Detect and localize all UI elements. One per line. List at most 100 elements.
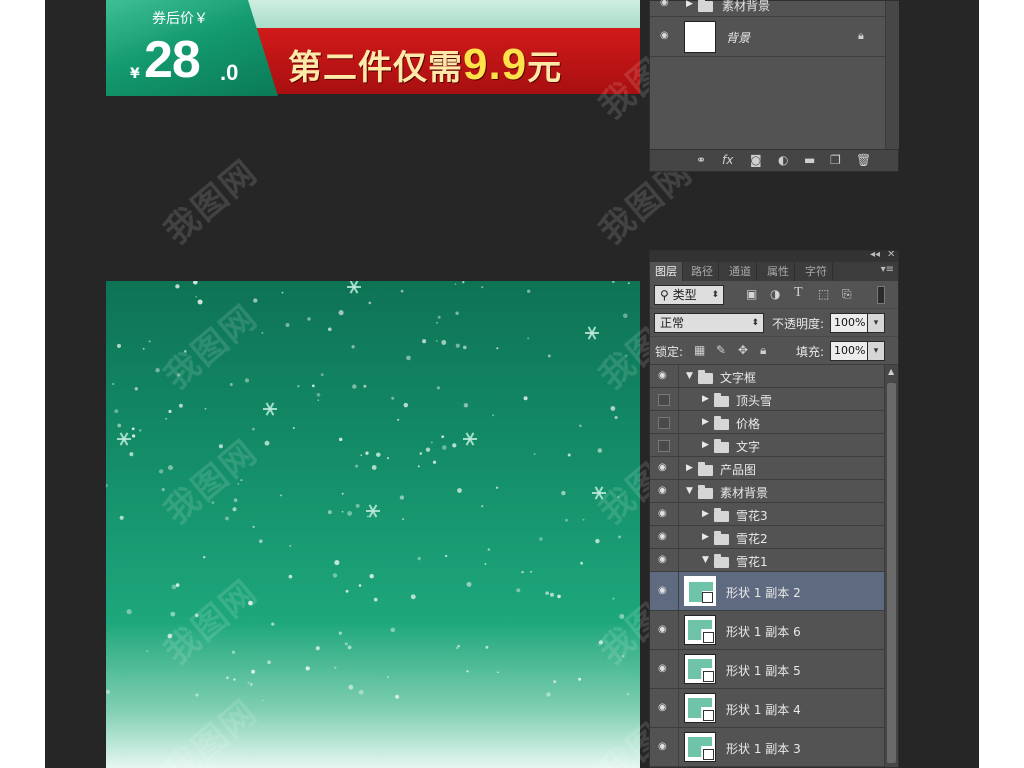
expand-arrow-icon[interactable]: ▶ [686, 463, 693, 473]
eye-icon[interactable]: ◉ [660, 30, 669, 41]
layers-scrollbar[interactable]: ▲ [884, 365, 898, 767]
eye-icon[interactable]: ◉ [658, 585, 667, 596]
expand-arrow-icon[interactable]: ▶ [702, 417, 709, 427]
shape-layer-row[interactable]: ◉ 形状 1 副本 2 [650, 572, 884, 611]
hidden-visibility-box[interactable] [658, 416, 670, 429]
snow-dot [341, 492, 344, 495]
adjustment-filter-icon[interactable]: ◑ [770, 287, 780, 301]
visibility-cell[interactable] [650, 388, 679, 410]
lock-pixels-icon[interactable]: ✎ [716, 343, 726, 357]
blend-mode-select[interactable]: 正常 ⬍ [654, 313, 764, 333]
collapse-arrow-icon[interactable]: ▼ [702, 555, 709, 565]
eye-icon[interactable]: ◉ [660, 0, 669, 8]
visibility-cell[interactable]: ◉ [650, 480, 679, 502]
eye-icon[interactable]: ◉ [658, 741, 667, 752]
group-layer-row[interactable]: ◉ ▼ 雪花1 [650, 549, 884, 572]
group-layer-row[interactable]: ◉ ▶ 雪花3 [650, 503, 884, 526]
visibility-cell[interactable] [650, 434, 679, 456]
shape-layer-row[interactable]: ◉ 形状 1 副本 4 [650, 689, 884, 728]
shape-filter-icon[interactable]: ⬚ [818, 287, 829, 301]
snow-dot [463, 403, 469, 408]
close-icon[interactable]: ✕ [887, 251, 895, 260]
snowflake-icon [585, 326, 599, 340]
eye-icon[interactable]: ◉ [658, 485, 667, 496]
adjustment-icon[interactable]: ◐ [778, 153, 788, 167]
lock-all-icon[interactable]: 🔒︎ [760, 343, 766, 358]
shape-layer-row[interactable]: ◉ 形状 1 副本 5 [650, 650, 884, 689]
eye-icon[interactable]: ◉ [658, 554, 667, 565]
visibility-cell[interactable]: ◉ [650, 457, 679, 479]
group-layer-row[interactable]: ◉ ▼ 文字框 [650, 365, 884, 388]
filter-toggle[interactable] [877, 286, 885, 304]
snow-dot [161, 487, 165, 492]
group-layer-row[interactable]: ◉ ▶ 雪花2 [650, 526, 884, 549]
mask-icon[interactable]: ◙ [750, 153, 762, 167]
image-filter-icon[interactable]: ▣ [746, 287, 757, 301]
opacity-dropdown-icon[interactable]: ▾ [867, 313, 885, 333]
eye-icon[interactable]: ◉ [658, 663, 667, 674]
lock-transparency-icon[interactable]: ▦ [694, 343, 705, 357]
link-icon[interactable]: ⚭ [696, 153, 706, 167]
tab-channels[interactable]: 通道 [724, 262, 757, 281]
eye-icon[interactable]: ◉ [658, 370, 667, 381]
visibility-cell[interactable] [650, 411, 679, 433]
visibility-cell[interactable]: ◉ [650, 503, 679, 525]
fill-dropdown-icon[interactable]: ▾ [867, 341, 885, 361]
tab-properties[interactable]: 属性 [762, 262, 795, 281]
layer-row-background[interactable]: ◉ 背景 🔒︎ [650, 17, 885, 57]
eye-icon[interactable]: ◉ [658, 531, 667, 542]
tab-layers[interactable]: 图层 [650, 262, 683, 281]
hidden-visibility-box[interactable] [658, 439, 670, 452]
tab-paths[interactable]: 路径 [686, 262, 719, 281]
fill-input[interactable]: 100% [830, 341, 868, 361]
visibility-cell[interactable]: ◉ [650, 572, 679, 610]
expand-arrow-icon[interactable]: ▶ [702, 440, 709, 450]
visibility-cell[interactable]: ◉ [650, 728, 679, 766]
visibility-cell[interactable]: ◉ [650, 526, 679, 548]
expand-arrow-icon[interactable]: ▶ [686, 0, 693, 9]
group-layer-row[interactable]: ▶ 顶头雪 [650, 388, 884, 411]
price-banner[interactable]: 券后价￥ ¥ 28 .0 第二件仅需9.9元 [106, 0, 640, 96]
layer-name: 素材背景 [722, 0, 771, 13]
eye-icon[interactable]: ◉ [658, 624, 667, 635]
snow-dot [435, 321, 438, 324]
visibility-cell[interactable]: ◉ [650, 549, 679, 571]
group-layer-row[interactable]: ▶ 价格 [650, 411, 884, 434]
eye-icon[interactable]: ◉ [658, 462, 667, 473]
collapse-arrow-icon[interactable]: ▼ [686, 371, 693, 381]
group-layer-row[interactable]: ◉ ▶ 产品图 [650, 457, 884, 480]
expand-arrow-icon[interactable]: ▶ [702, 532, 709, 542]
lock-position-icon[interactable]: ✥ [738, 343, 748, 357]
eye-icon[interactable]: ◉ [658, 508, 667, 519]
group-layer-row[interactable]: ◉ ▼ 素材背景 [650, 480, 884, 503]
scrollbar[interactable] [885, 1, 899, 149]
expand-arrow-icon[interactable]: ▶ [702, 509, 709, 519]
opacity-input[interactable]: 100% [830, 313, 868, 333]
hidden-visibility-box[interactable] [658, 393, 670, 406]
shape-layer-row[interactable]: ◉ 形状 1 副本 3 [650, 728, 884, 767]
snow-canvas[interactable] [106, 281, 640, 768]
group-layer-row[interactable]: ▶ 文字 [650, 434, 884, 457]
smart-object-filter-icon[interactable]: ⎘ [842, 287, 852, 302]
visibility-cell[interactable]: ◉ [650, 650, 679, 688]
scroll-thumb[interactable] [887, 383, 896, 763]
visibility-cell[interactable]: ◉ [650, 689, 679, 727]
new-group-icon[interactable]: ▬ [804, 153, 815, 167]
visibility-cell[interactable]: ◉ [650, 365, 679, 387]
new-layer-icon[interactable]: ❐ [830, 153, 841, 167]
open-folder-icon [714, 553, 729, 568]
scroll-up-icon[interactable]: ▲ [888, 367, 894, 376]
shape-layer-row[interactable]: ◉ 形状 1 副本 6 [650, 611, 884, 650]
expand-arrow-icon[interactable]: ▶ [702, 394, 709, 404]
tab-character[interactable]: 字符 [800, 262, 833, 281]
collapse-arrow-icon[interactable]: ▼ [686, 486, 693, 496]
collapse-icon[interactable]: ◂◂ [870, 251, 880, 260]
eye-icon[interactable]: ◉ [658, 702, 667, 713]
visibility-cell[interactable]: ◉ [650, 611, 679, 649]
type-filter-icon[interactable]: T [794, 285, 803, 301]
filter-type-select[interactable]: ⚲ 类型 ⬍ [654, 285, 724, 305]
layer-row[interactable]: ◉ ▶ 素材背景 [650, 0, 885, 17]
panel-menu-icon[interactable]: ▾≡ [881, 264, 894, 275]
fx-icon[interactable]: fx [722, 153, 733, 167]
trash-icon[interactable]: 🗑︎ [856, 153, 871, 167]
